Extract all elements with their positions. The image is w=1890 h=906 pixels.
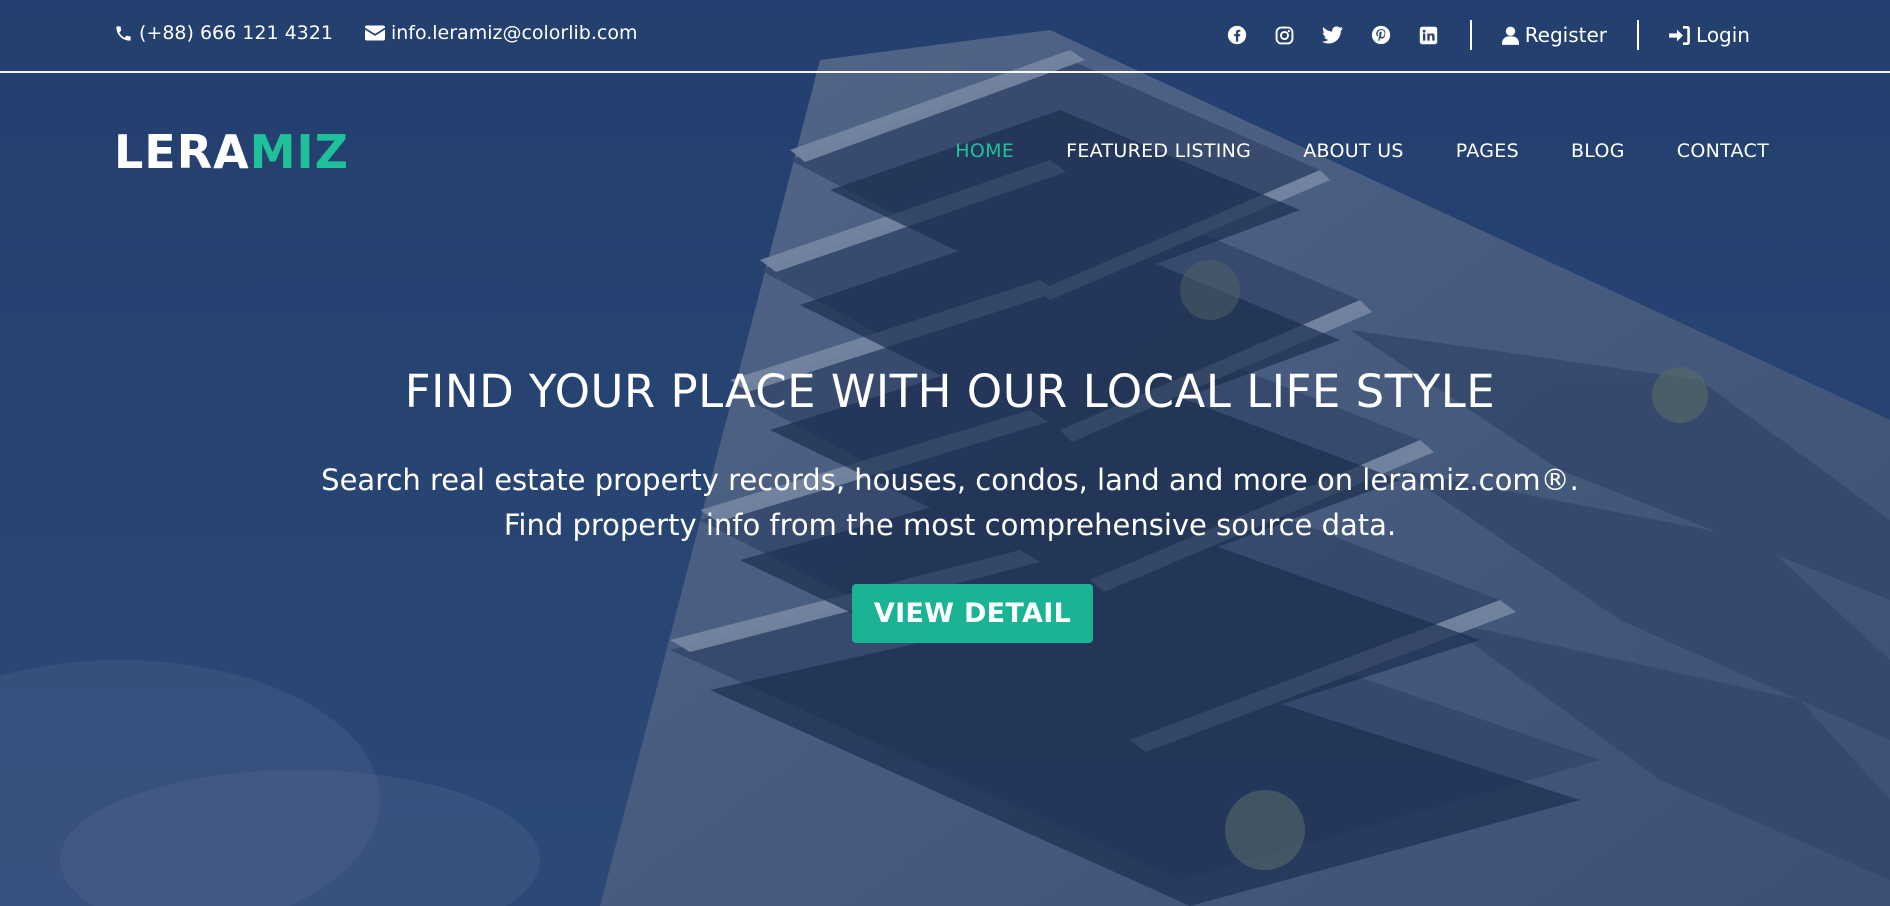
- view-detail-button[interactable]: VIEW DETAIL: [851, 584, 1094, 643]
- top-bar: (+88) 666 121 4321 info.leramiz@colorlib…: [0, 0, 1890, 73]
- hero-section: (+88) 666 121 4321 info.leramiz@colorlib…: [0, 0, 1890, 906]
- contact-info: (+88) 666 121 4321 info.leramiz@colorlib…: [114, 22, 669, 44]
- divider: [1637, 20, 1640, 50]
- hero-subtitle-line-1: Search real estate property records, hou…: [321, 463, 1579, 497]
- user-icon: [1501, 26, 1519, 45]
- logo-text-primary: LERA: [114, 125, 250, 179]
- nav-item-contact[interactable]: CONTACT: [1677, 140, 1769, 162]
- register-label: Register: [1524, 23, 1608, 47]
- main-nav: HOME FEATURED LISTING ABOUT US PAGES BLO…: [955, 140, 1769, 162]
- phone-number: (+88) 666 121 4321: [139, 22, 333, 44]
- hero-title: FIND YOUR PLACE WITH OUR LOCAL LIFE STYL…: [404, 365, 1496, 418]
- social-links: [1226, 24, 1440, 46]
- envelope-icon: [364, 25, 385, 41]
- top-right-links: Register Login: [1226, 20, 1750, 50]
- divider: [1469, 20, 1472, 50]
- phone-contact[interactable]: (+88) 666 121 4321: [114, 22, 333, 44]
- site-header: LERAMIZ HOME FEATURED LISTING ABOUT US P…: [0, 73, 1890, 183]
- twitter-icon[interactable]: [1322, 24, 1344, 46]
- nav-item-featured-listing[interactable]: FEATURED LISTING: [1066, 140, 1251, 162]
- email-address: info.leramiz@colorlib.com: [390, 22, 638, 44]
- email-contact[interactable]: info.leramiz@colorlib.com: [364, 22, 638, 44]
- logo-text-accent: MIZ: [249, 125, 350, 179]
- nav-item-pages[interactable]: PAGES: [1456, 140, 1519, 162]
- register-link[interactable]: Register: [1501, 23, 1608, 47]
- hero-subtitle: Search real estate property records, hou…: [0, 458, 1890, 548]
- login-label: Login: [1696, 23, 1750, 47]
- sign-in-icon: [1669, 25, 1690, 45]
- site-logo[interactable]: LERAMIZ: [114, 129, 349, 175]
- phone-icon: [116, 25, 131, 41]
- instagram-icon[interactable]: [1274, 24, 1296, 46]
- login-link[interactable]: Login: [1669, 23, 1750, 47]
- facebook-icon[interactable]: [1226, 24, 1248, 46]
- nav-item-about-us[interactable]: ABOUT US: [1303, 140, 1404, 162]
- hero-content: FIND YOUR PLACE WITH OUR LOCAL LIFE STYL…: [0, 365, 1890, 643]
- nav-item-home[interactable]: HOME: [955, 140, 1014, 162]
- linkedin-icon[interactable]: [1418, 24, 1440, 46]
- pinterest-icon[interactable]: [1370, 24, 1392, 46]
- nav-item-blog[interactable]: BLOG: [1571, 140, 1625, 162]
- hero-subtitle-line-2: Find property info from the most compreh…: [503, 508, 1397, 542]
